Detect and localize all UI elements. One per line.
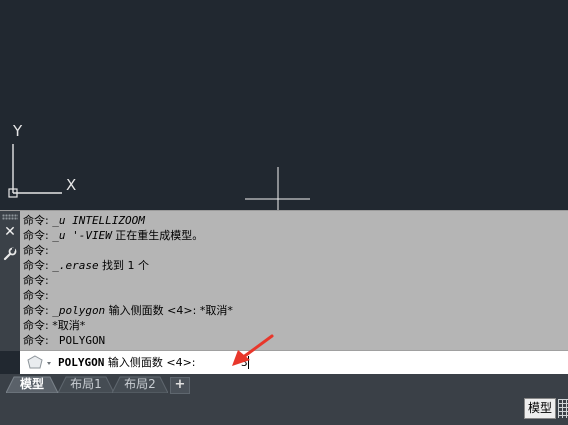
drag-handle-icon[interactable] (2, 214, 18, 220)
tab-layout1[interactable]: 布局1 (58, 376, 114, 393)
tab-layout2[interactable]: 布局2 (112, 376, 168, 393)
history-line: 命令: POLYGON (23, 334, 106, 347)
ucs-y-label: Y (13, 122, 23, 140)
ucs-icon (8, 144, 310, 210)
tab-model[interactable]: 模型 (6, 376, 58, 393)
command-window: ✕ 命令: _u INTELLIZOOM 命令: _u '-VIEW 正在重生成… (0, 210, 568, 351)
history-line: 命令: _u '-VIEW 正在重生成模型。 (23, 229, 204, 242)
red-arrow-icon (232, 334, 274, 366)
wrench-icon[interactable] (3, 247, 17, 261)
history-line: 命令: _polygon 输入侧面数 <4>: *取消* (23, 304, 233, 317)
history-line: 命令: (23, 289, 53, 302)
history-line: 命令: (23, 274, 53, 287)
tab-layout2-label: 布局2 (124, 377, 156, 391)
command-window-grip[interactable]: ✕ (0, 211, 20, 351)
history-line: 命令: _.erase 找到 1 个 (23, 259, 150, 272)
model-space-button[interactable]: 模型 (524, 398, 556, 419)
command-history: 命令: _u INTELLIZOOM 命令: _u '-VIEW 正在重生成模型… (23, 213, 563, 349)
add-layout-button[interactable]: + (170, 377, 190, 394)
status-bar: 模型 (0, 394, 568, 425)
grid-icon[interactable] (558, 399, 568, 418)
tab-model-label: 模型 (19, 377, 44, 391)
chevron-down-icon (47, 362, 51, 365)
tab-layout1-label: 布局1 (70, 377, 102, 391)
ucs-x-label: X (66, 176, 77, 194)
history-line: 命令: _u INTELLIZOOM (23, 214, 145, 227)
polygon-icon[interactable] (26, 354, 54, 371)
layout-tab-strip: 模型 布局1 布局2 + (0, 374, 568, 394)
command-prompt: POLYGON 输入侧面数 <4>: (58, 356, 199, 369)
history-line: 命令: *取消* (23, 319, 86, 332)
close-icon[interactable]: ✕ (3, 225, 17, 239)
history-line: 命令: (23, 244, 53, 257)
drawing-canvas[interactable]: Y X (0, 0, 568, 210)
command-input-line[interactable]: POLYGON 输入侧面数 <4>: 3 (20, 350, 568, 375)
